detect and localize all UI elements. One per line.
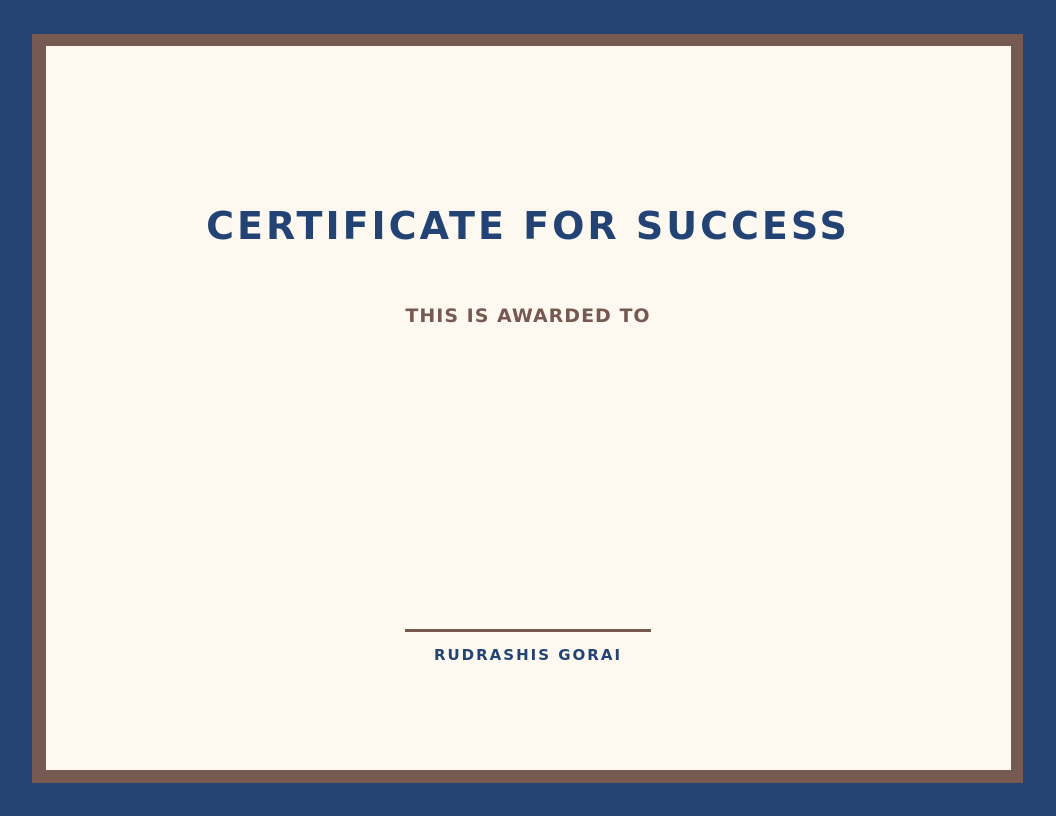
signer-name: RUDRASHIS GORAI bbox=[433, 646, 623, 664]
signature-line bbox=[405, 629, 651, 632]
certificate-title: CERTIFICATE FOR SUCCESS bbox=[206, 204, 850, 248]
awarded-to-text: THIS IS AWARDED TO bbox=[405, 305, 651, 327]
